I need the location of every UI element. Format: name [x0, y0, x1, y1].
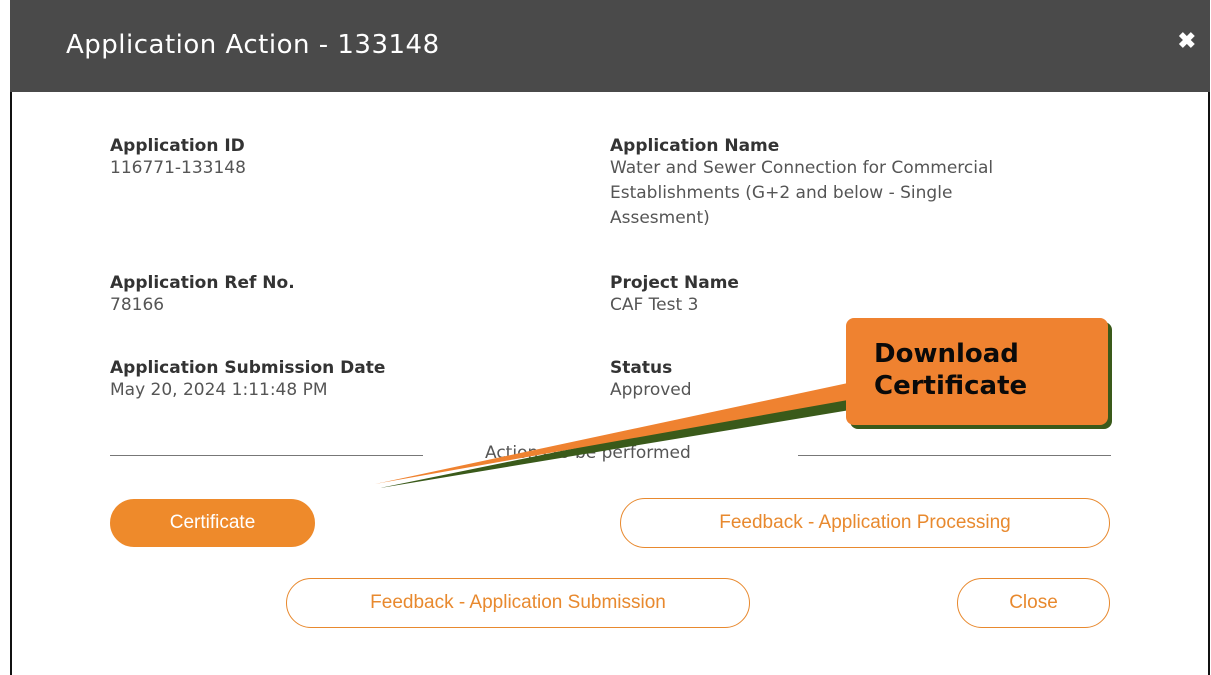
callout-line-2: Certificate — [874, 371, 1028, 401]
submission-date-value: May 20, 2024 1:11:48 PM — [110, 380, 328, 400]
actions-divider-label: Actions to be performed — [485, 443, 691, 463]
modal-title: Application Action - 133148 — [66, 30, 440, 60]
submission-date-field: Application Submission Date May 20, 2024… — [110, 358, 385, 402]
divider-right — [798, 455, 1111, 456]
project-name-value: CAF Test 3 — [610, 295, 699, 315]
divider-left — [110, 455, 423, 456]
callout-line-1: Download — [874, 339, 1019, 369]
feedback-processing-button[interactable]: Feedback - Application Processing — [620, 498, 1110, 548]
submission-date-label: Application Submission Date — [110, 358, 386, 378]
project-name-field: Project Name CAF Test 3 — [610, 273, 739, 317]
ref-no-label: Application Ref No. — [110, 273, 295, 293]
status-label: Status — [610, 358, 673, 378]
certificate-button[interactable]: Certificate — [110, 499, 315, 547]
project-name-label: Project Name — [610, 273, 739, 293]
application-name-label: Application Name — [610, 136, 780, 156]
feedback-submission-button[interactable]: Feedback - Application Submission — [286, 578, 750, 628]
close-icon[interactable]: ✖ — [1178, 28, 1196, 54]
application-name-field: Application Name Water and Sewer Connect… — [610, 136, 993, 230]
application-id-label: Application ID — [110, 136, 245, 156]
ref-no-value: 78166 — [110, 295, 165, 315]
application-action-modal: Application Action - 133148 ✖ Applicatio… — [0, 0, 1211, 675]
application-id-field: Application ID 116771-133148 — [110, 136, 246, 180]
application-name-value-line: Assesment) — [610, 208, 710, 228]
status-field: Status Approved — [610, 358, 692, 402]
application-name-value-line: Water and Sewer Connection for Commercia… — [610, 158, 994, 178]
download-certificate-callout: Download Certificate — [846, 318, 1108, 425]
application-id-value: 116771-133148 — [110, 158, 246, 178]
application-name-value-line: Establishments (G+2 and below - Single — [610, 183, 953, 203]
modal-header: Application Action - 133148 ✖ — [10, 0, 1210, 92]
close-button[interactable]: Close — [957, 578, 1110, 628]
status-value: Approved — [610, 380, 692, 400]
ref-no-field: Application Ref No. 78166 — [110, 273, 295, 317]
